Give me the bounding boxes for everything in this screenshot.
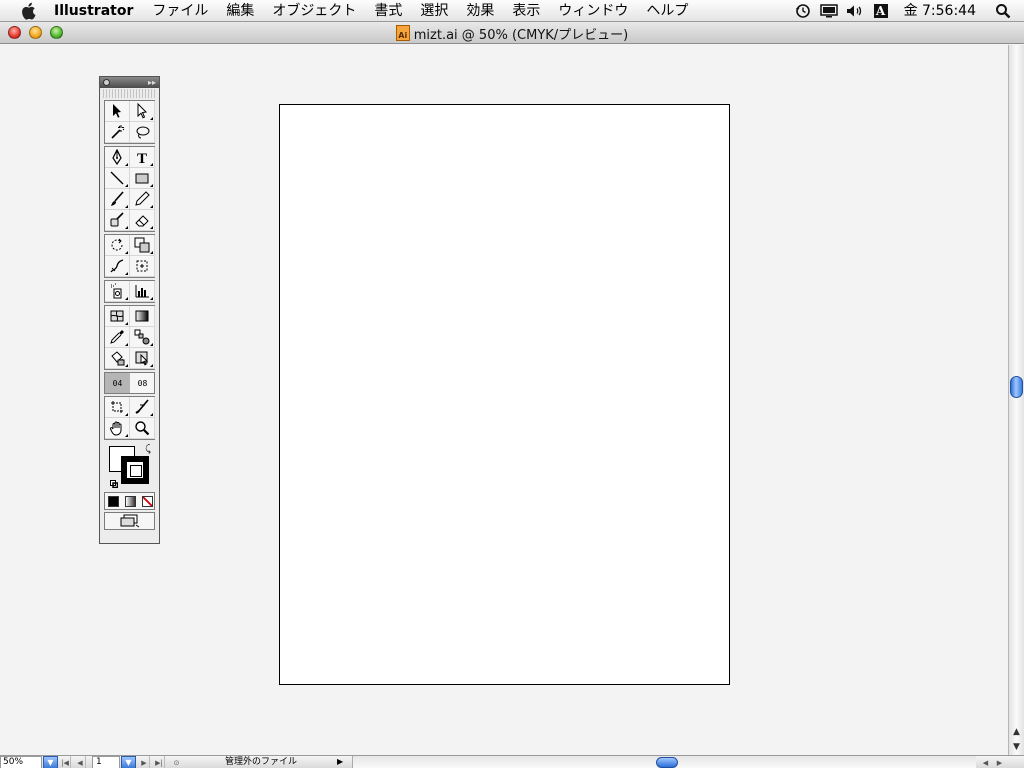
live-paint-bucket-tool-icon[interactable] <box>105 348 130 369</box>
tools-panel-header[interactable]: ▸▸ <box>100 77 159 88</box>
status-menu-arrow-icon[interactable]: ▶ <box>337 757 343 766</box>
menu-help[interactable]: ヘルプ <box>637 0 697 22</box>
swap-fill-stroke-icon[interactable]: ⤹ <box>145 444 151 455</box>
column-graph-tool-icon[interactable] <box>130 281 155 302</box>
menu-view[interactable]: 表示 <box>503 0 549 22</box>
scroll-up-arrow-icon[interactable]: ▲ <box>1009 725 1024 739</box>
eraser-tool-icon[interactable] <box>130 210 155 231</box>
tool-group-navigate <box>104 396 155 440</box>
menu-clock[interactable]: 金 7:56:44 <box>894 0 990 22</box>
screen-mode-button[interactable] <box>104 512 155 530</box>
prev-page-icon[interactable]: ◀ <box>75 756 86 768</box>
pen-tool-icon[interactable] <box>105 147 130 168</box>
gradient-tool-icon[interactable] <box>130 306 155 327</box>
horizontal-scroll-thumb[interactable] <box>656 757 678 768</box>
vertical-scrollbar[interactable]: ▲ ▼ <box>1008 45 1024 755</box>
scale-tool-icon[interactable] <box>130 235 155 256</box>
color-fill-icon[interactable] <box>107 495 119 507</box>
apple-menu-icon[interactable] <box>18 0 38 22</box>
type-tool-icon[interactable]: T <box>130 147 155 168</box>
color-mode-toggle: 04 08 <box>104 372 155 394</box>
tools-panel: ▸▸ T 04 08 ⤹ <box>99 76 160 544</box>
blob-brush-tool-icon[interactable] <box>105 210 130 231</box>
next-page-icon[interactable]: ▶ <box>139 756 150 768</box>
pencil-tool-icon[interactable] <box>130 189 155 210</box>
none-fill-icon[interactable] <box>141 495 153 507</box>
hand-tool-icon[interactable] <box>105 418 130 439</box>
mesh-tool-icon[interactable] <box>105 306 130 327</box>
app-menu[interactable]: Illustrator <box>54 0 143 22</box>
magic-wand-tool-icon[interactable] <box>105 122 130 143</box>
screen-mode-icon <box>120 514 139 528</box>
live-paint-selection-tool-icon[interactable] <box>130 348 155 369</box>
menu-select[interactable]: 選択 <box>411 0 457 22</box>
page-dropdown-icon[interactable]: ▼ <box>121 756 136 768</box>
default-fill-stroke-icon[interactable] <box>110 480 118 488</box>
fill-stroke-controls: ⤹ <box>104 442 155 490</box>
status-options-icon[interactable]: ⊙ <box>171 756 182 768</box>
color-mode-left[interactable]: 04 <box>105 373 130 393</box>
scroll-down-arrow-icon[interactable]: ▼ <box>1009 740 1024 754</box>
lasso-tool-icon[interactable] <box>130 122 155 143</box>
blend-tool-icon[interactable] <box>130 327 155 348</box>
symbol-sprayer-tool-icon[interactable] <box>105 281 130 302</box>
document-status-bar: 50% ▼ |◀ ◀ 1 ▼ ▶ ▶| ⊙ 管理外のファイル ▶ ◀ ▶ <box>0 755 1024 768</box>
rectangle-tool-icon[interactable] <box>130 168 155 189</box>
tool-group-symbol <box>104 280 155 303</box>
menu-file[interactable]: ファイル <box>143 0 217 22</box>
zoom-dropdown-icon[interactable]: ▼ <box>43 756 58 768</box>
panel-close-button[interactable] <box>103 79 110 86</box>
ai-document-icon: Ai <box>395 25 410 41</box>
status-text: 管理外のファイル <box>225 757 298 767</box>
svg-text:T: T <box>137 151 147 165</box>
input-method-label: A <box>873 4 888 18</box>
menu-object[interactable]: オブジェクト <box>263 0 365 22</box>
menu-effect[interactable]: 効果 <box>457 0 503 22</box>
tool-group-paint <box>104 305 155 370</box>
zoom-tool-icon[interactable] <box>130 418 155 439</box>
first-page-icon[interactable]: |◀ <box>60 756 71 768</box>
menu-type[interactable]: 書式 <box>365 0 411 22</box>
gradient-fill-icon[interactable] <box>124 495 136 507</box>
panel-expand-icon[interactable]: ▸▸ <box>148 77 156 88</box>
line-segment-tool-icon[interactable] <box>105 168 130 189</box>
panel-grip[interactable] <box>103 89 156 98</box>
spotlight-search-icon[interactable] <box>990 0 1016 22</box>
document-title-bar: Ai mizt.ai @ 50% (CMYK/プレビュー) <box>0 22 1024 44</box>
rotate-tool-icon[interactable] <box>105 235 130 256</box>
selection-tool-icon[interactable] <box>105 101 130 122</box>
paint-mode-buttons <box>104 492 155 510</box>
display-icon[interactable] <box>816 0 842 22</box>
scroll-right-arrow-icon[interactable]: ▶ <box>994 756 1005 768</box>
tool-group-transform <box>104 234 155 278</box>
warp-tool-icon[interactable] <box>105 256 130 277</box>
menu-window[interactable]: ウィンドウ <box>549 0 637 22</box>
crop-area-tool-icon[interactable] <box>105 397 130 418</box>
horizontal-scrollbar[interactable] <box>352 756 976 768</box>
volume-icon[interactable] <box>842 0 868 22</box>
direct-selection-tool-icon[interactable] <box>130 101 155 122</box>
time-machine-icon[interactable] <box>790 0 816 22</box>
free-transform-tool-icon[interactable] <box>130 256 155 277</box>
paintbrush-tool-icon[interactable] <box>105 189 130 210</box>
menu-extras: A 金 7:56:44 <box>790 0 1024 22</box>
menu-bar: Illustrator ファイル 編集 オブジェクト 書式 選択 効果 表示 ウ… <box>0 0 1024 22</box>
eyedropper-tool-icon[interactable] <box>105 327 130 348</box>
slice-tool-icon[interactable] <box>130 397 155 418</box>
color-mode-right[interactable]: 08 <box>130 373 155 393</box>
window-title: mizt.ai @ 50% (CMYK/プレビュー) <box>413 27 629 43</box>
menu-edit[interactable]: 編集 <box>217 0 263 22</box>
vertical-scroll-thumb[interactable] <box>1010 376 1023 398</box>
last-page-icon[interactable]: ▶| <box>154 756 165 768</box>
zoom-level-field[interactable]: 50% <box>0 756 42 768</box>
stroke-swatch[interactable] <box>121 456 149 484</box>
artboard[interactable] <box>279 104 730 685</box>
page-number-field[interactable]: 1 <box>92 756 120 768</box>
input-method-icon[interactable]: A <box>868 0 894 22</box>
tool-group-selection <box>104 100 155 144</box>
tool-group-drawing: T <box>104 146 155 232</box>
scroll-left-arrow-icon[interactable]: ◀ <box>980 756 991 768</box>
